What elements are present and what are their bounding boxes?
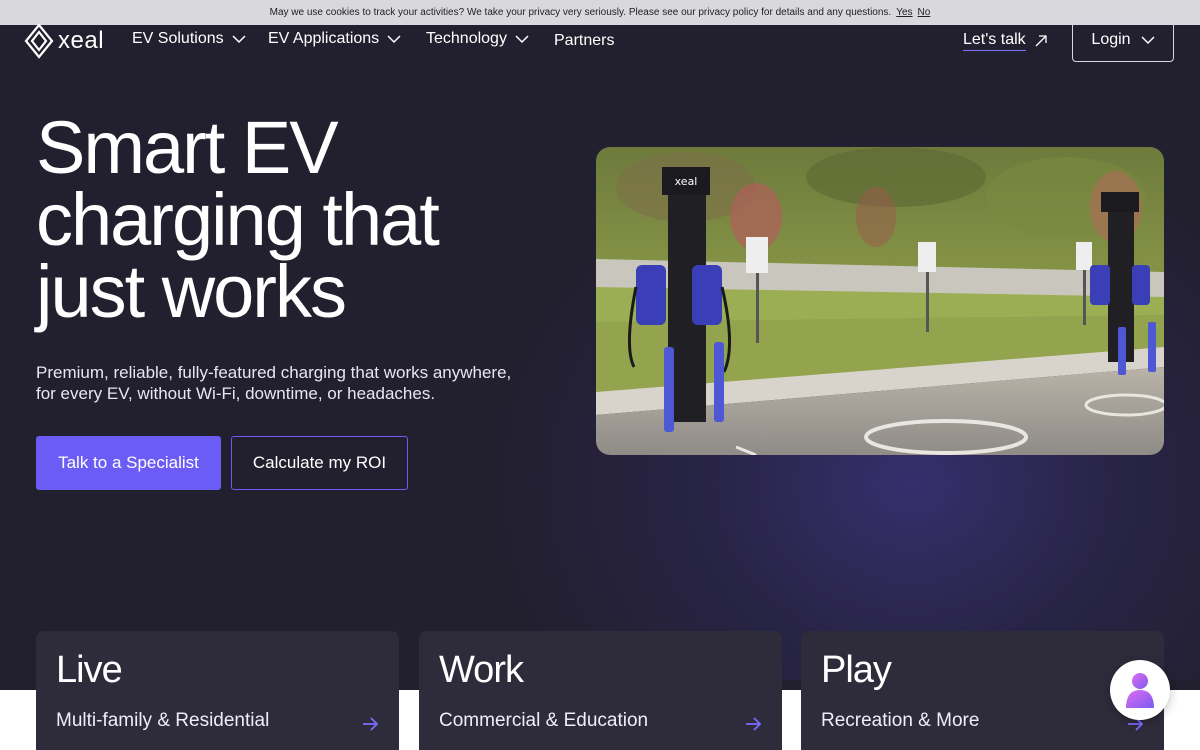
nav-ev-solutions[interactable]: EV Solutions	[132, 30, 246, 48]
nav-item-label: Partners	[554, 32, 615, 49]
lets-talk-link[interactable]: Let's talk	[963, 31, 1048, 51]
chevron-down-icon	[515, 35, 529, 44]
nav-technology[interactable]: Technology	[426, 30, 529, 48]
logo[interactable]: xeal	[24, 23, 104, 59]
card-subtitle: Commercial & Education	[439, 710, 649, 731]
card-title: Play	[821, 649, 892, 691]
calculate-roi-button[interactable]: Calculate my ROI	[231, 436, 408, 490]
nav-partners[interactable]: Partners	[554, 32, 614, 50]
chat-widget-button[interactable]	[1110, 660, 1170, 720]
card-live[interactable]: Live Multi-family & Residential	[36, 631, 399, 750]
card-title: Work	[439, 649, 524, 691]
arrow-right-icon	[746, 717, 762, 731]
nav-ev-applications[interactable]: EV Applications	[268, 30, 401, 48]
ev-chargers-photo: xeal	[596, 147, 1164, 455]
card-subtitle: Multi-family & Residential	[56, 710, 270, 731]
card-work[interactable]: Work Commercial & Education	[419, 631, 782, 750]
hero-subtitle: Premium, reliable, fully-featured chargi…	[36, 362, 556, 404]
chevron-down-icon	[232, 35, 246, 44]
lets-talk-label: Let's talk	[963, 31, 1026, 51]
hero-title-line: Smart EV	[36, 106, 339, 189]
arrow-up-right-icon	[1035, 35, 1047, 47]
charger-brand-text: xeal	[675, 175, 698, 188]
logo-text: xeal	[58, 27, 105, 54]
chat-avatar-icon	[1126, 673, 1154, 708]
cookie-no-link[interactable]: No	[918, 7, 931, 18]
nav-item-label: Technology	[426, 30, 507, 47]
hero-title-line: charging that	[36, 178, 440, 261]
hero-subtitle-line: for every EV, without Wi-Fi, downtime, o…	[36, 384, 436, 403]
cookie-yes-link[interactable]: Yes	[896, 7, 912, 18]
cookie-message: May we use cookies to track your activit…	[269, 7, 892, 18]
xeal-logo-icon	[24, 23, 54, 59]
talk-to-specialist-button[interactable]: Talk to a Specialist	[36, 436, 221, 490]
hero-image: xeal	[596, 147, 1164, 455]
card-subtitle: Recreation & More	[821, 710, 980, 731]
chevron-down-icon	[387, 35, 401, 44]
nav-item-label: EV Solutions	[132, 30, 224, 47]
hero-title: Smart EV charging that just works	[36, 106, 556, 333]
card-title: Live	[56, 649, 123, 691]
login-button[interactable]: Login	[1072, 18, 1174, 62]
hero-title-line: just works	[36, 250, 347, 333]
arrow-right-icon	[363, 717, 379, 731]
chevron-down-icon	[1141, 36, 1155, 45]
main-navigation: xeal EV Solutions EV Applications Techno…	[0, 18, 1200, 62]
nav-item-label: EV Applications	[268, 30, 380, 47]
login-label: Login	[1091, 31, 1131, 48]
hero-subtitle-line: Premium, reliable, fully-featured chargi…	[36, 363, 512, 382]
